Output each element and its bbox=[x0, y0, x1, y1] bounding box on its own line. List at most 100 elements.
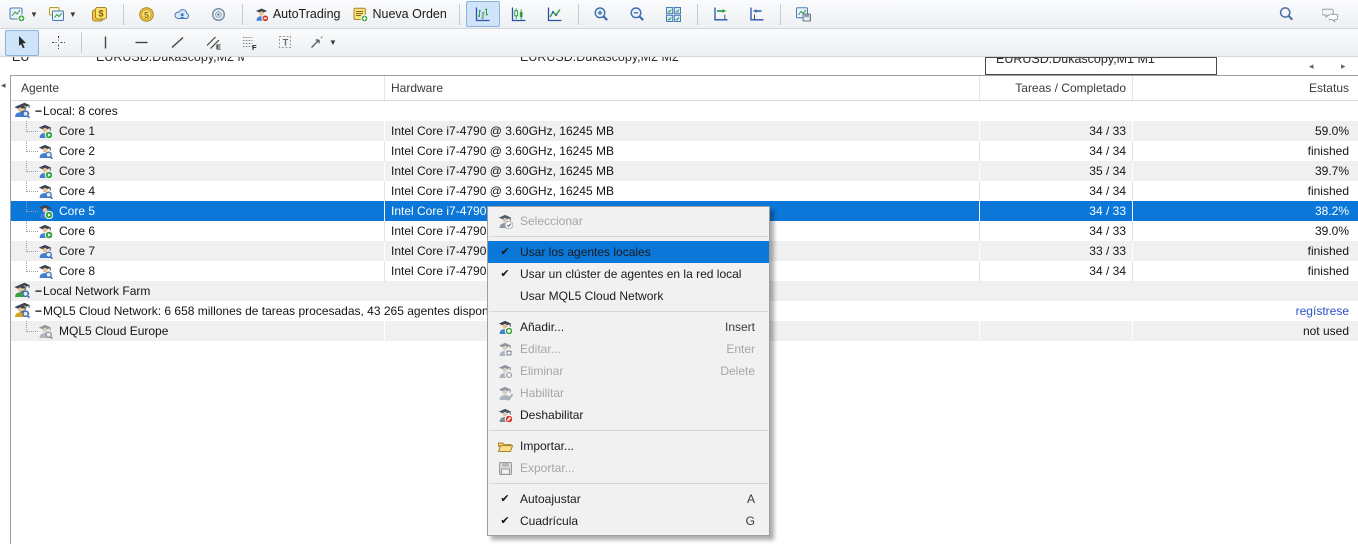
chevron-down-icon[interactable]: ▼ bbox=[30, 10, 38, 19]
menu-item-usar-los-agentes-locales[interactable]: ✔Usar los agentes locales bbox=[488, 241, 769, 263]
active-chart-tab[interactable]: EURUSD.Dukascopy,M1 M1 bbox=[985, 57, 1217, 75]
menu-item-seleccionar: Seleccionar bbox=[488, 210, 769, 232]
table-row-core-3[interactable]: Core 3Intel Core i7-4790 @ 3.60GHz, 1624… bbox=[11, 161, 1358, 181]
cursor-button[interactable] bbox=[5, 30, 39, 56]
bars-icon bbox=[474, 6, 491, 23]
trendline-icon bbox=[169, 34, 186, 51]
horizontal-line-button[interactable] bbox=[124, 30, 158, 56]
tasks-cell bbox=[979, 101, 1132, 121]
fibonacci-button[interactable]: F bbox=[232, 30, 266, 56]
fibo-icon: F bbox=[241, 34, 258, 51]
collapse-expander[interactable]: − bbox=[35, 304, 42, 318]
text-t-icon: T bbox=[277, 34, 294, 51]
agent-search-icon bbox=[37, 143, 53, 159]
zoom-out-button[interactable] bbox=[621, 1, 655, 27]
profiles-button[interactable]: ▼ bbox=[44, 1, 81, 27]
new-chart-button[interactable]: ▼ bbox=[5, 1, 42, 27]
chart-tab[interactable]: EU bbox=[12, 57, 82, 74]
agent-label: Core 5 bbox=[59, 204, 95, 218]
menu-item-label: Añadir... bbox=[520, 320, 725, 334]
toolbar-separator bbox=[242, 4, 243, 25]
agent-cell: Core 7 bbox=[11, 241, 384, 261]
agents-context-menu: Seleccionar✔Usar los agentes locales✔Usa… bbox=[487, 206, 770, 536]
menu-item-label: Usar un clúster de agentes en la red loc… bbox=[520, 267, 767, 281]
tasks-cell: 33 / 33 bbox=[979, 241, 1132, 261]
agent-play-icon bbox=[37, 223, 53, 239]
agent-label: Core 6 bbox=[59, 224, 95, 238]
autotrading-button[interactable]: AutoTrading bbox=[249, 1, 347, 27]
bar-chart-button[interactable] bbox=[466, 1, 500, 27]
toolbar-separator bbox=[123, 4, 124, 25]
status-cell bbox=[1132, 101, 1358, 121]
auto-scroll-button[interactable] bbox=[704, 1, 738, 27]
collapse-expander[interactable]: − bbox=[35, 284, 42, 298]
menu-item-label: Editar... bbox=[520, 342, 726, 356]
column-header-estatus[interactable]: Estatus bbox=[1132, 76, 1358, 100]
agent-search-gray-icon bbox=[37, 323, 53, 339]
vertical-line-button[interactable] bbox=[88, 30, 122, 56]
svg-text:F: F bbox=[252, 43, 257, 51]
agent-label: Core 7 bbox=[59, 244, 95, 258]
checkmark-icon: ✔ bbox=[490, 516, 520, 527]
line-chart-button[interactable] bbox=[538, 1, 572, 27]
zoom-in-button[interactable] bbox=[585, 1, 619, 27]
cloud-button[interactable] bbox=[166, 1, 200, 27]
signals-button[interactable] bbox=[202, 1, 236, 27]
status-cell: not used bbox=[1132, 321, 1358, 341]
menu-item-shortcut: Enter bbox=[726, 342, 767, 356]
status-cell: 59.0% bbox=[1132, 121, 1358, 141]
tile-windows-button[interactable] bbox=[657, 1, 691, 27]
menu-item-añadir[interactable]: Añadir...Insert bbox=[488, 316, 769, 338]
shapes-button[interactable]: ▼ bbox=[304, 30, 341, 56]
mql5-community-button[interactable]: 5 bbox=[130, 1, 164, 27]
collapse-expander[interactable]: − bbox=[35, 104, 42, 118]
agent-cell: Core 8 bbox=[11, 261, 384, 281]
column-header-agente[interactable]: Agente bbox=[11, 76, 384, 100]
menu-item-cuadrícula[interactable]: ✔CuadrículaG bbox=[488, 510, 769, 532]
register-link[interactable]: regístrese bbox=[1296, 304, 1349, 318]
tab-scroll-left-arrow[interactable]: ◂ bbox=[1309, 62, 1314, 71]
panel-collapse-arrow[interactable]: ◂ bbox=[1, 81, 6, 90]
chart-shift-button[interactable] bbox=[740, 1, 774, 27]
checkmark-icon: ✔ bbox=[490, 269, 520, 280]
market-button[interactable]: $ bbox=[83, 1, 117, 27]
tab-scroll-right-arrow[interactable]: ▸ bbox=[1341, 62, 1346, 71]
agent-play-icon bbox=[37, 123, 53, 139]
table-row-core-2[interactable]: Core 2Intel Core i7-4790 @ 3.60GHz, 1624… bbox=[11, 141, 1358, 161]
tasks-cell: 34 / 33 bbox=[979, 201, 1132, 221]
tasks-cell: 34 / 33 bbox=[979, 121, 1132, 141]
menu-item-autoajustar[interactable]: ✔AutoajustarA bbox=[488, 488, 769, 510]
table-row-core-4[interactable]: Core 4Intel Core i7-4790 @ 3.60GHz, 1624… bbox=[11, 181, 1358, 201]
group-label: MQL5 Cloud Network: 6 658 millones de ta… bbox=[43, 304, 513, 318]
menu-separator bbox=[489, 483, 768, 484]
hline-icon bbox=[133, 34, 150, 51]
status-cell: finished bbox=[1132, 141, 1358, 161]
menu-item-importar[interactable]: Importar... bbox=[488, 435, 769, 457]
agent-tick-icon bbox=[490, 385, 520, 401]
search-button[interactable] bbox=[1269, 1, 1303, 27]
table-row-core-1[interactable]: Core 1Intel Core i7-4790 @ 3.60GHz, 1624… bbox=[11, 121, 1358, 141]
equidistant-channel-button[interactable]: E bbox=[196, 30, 230, 56]
menu-item-usar-un-clúster-de-agentes-en-la-red-local[interactable]: ✔Usar un clúster de agentes en la red lo… bbox=[488, 263, 769, 285]
svg-text:$: $ bbox=[99, 8, 104, 18]
menu-item-label: Cuadrícula bbox=[520, 514, 746, 528]
status-cell: 38.2% bbox=[1132, 201, 1358, 221]
column-header-tareas-completado[interactable]: Tareas / Completado bbox=[979, 76, 1132, 100]
tile-icon bbox=[665, 6, 682, 23]
column-header-hardware[interactable]: Hardware bbox=[384, 76, 979, 100]
candle-chart-button[interactable] bbox=[502, 1, 536, 27]
new-order-button[interactable]: Nueva Orden bbox=[348, 1, 452, 27]
trendline-button[interactable] bbox=[160, 30, 194, 56]
table-row-local[interactable]: −Local: 8 cores bbox=[11, 101, 1358, 121]
chart-tab[interactable]: EURUSD.Dukascopy,M2 M2 bbox=[520, 57, 750, 74]
chart-tab[interactable]: EURUSD.Dukascopy,M2 M2 bbox=[96, 57, 244, 74]
text-tool-button[interactable]: T bbox=[268, 30, 302, 56]
templates-button[interactable] bbox=[787, 1, 821, 27]
menu-item-usar-mql5-cloud-network[interactable]: Usar MQL5 Cloud Network bbox=[488, 285, 769, 307]
chevron-down-icon[interactable]: ▼ bbox=[329, 38, 337, 47]
chevron-down-icon[interactable]: ▼ bbox=[69, 10, 77, 19]
menu-item-deshabilitar[interactable]: Deshabilitar bbox=[488, 404, 769, 426]
menu-item-label: Autoajustar bbox=[520, 492, 747, 506]
chat-button[interactable] bbox=[1313, 1, 1347, 27]
crosshair-button[interactable] bbox=[41, 30, 75, 56]
